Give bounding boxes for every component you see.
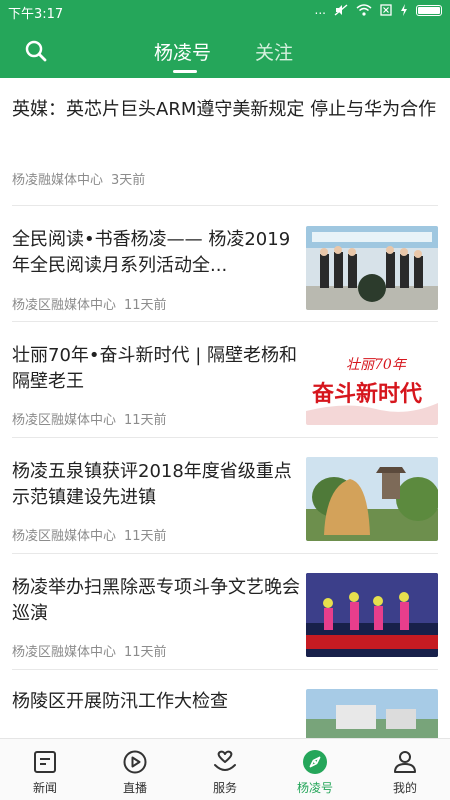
thumbnail-city-view — [306, 689, 438, 738]
item-title: 杨凌五泉镇获评2018年度省级重点示范镇建设先进镇 — [12, 461, 292, 508]
tab-yanglinghao[interactable]: 杨凌号 — [154, 38, 211, 65]
item-source: 杨凌融媒体中心 — [12, 173, 104, 188]
item-time: 11天前 — [124, 529, 167, 544]
thumbnail-launch-ceremony — [306, 226, 438, 310]
user-icon — [394, 751, 416, 773]
tabbar-label: 新闻 — [32, 781, 57, 795]
item-title: 全民阅读•书香杨凌—— 杨凌2019年全民阅读月系列活动全... — [12, 229, 291, 276]
tabbar-yanglinghao[interactable]: 杨凌号 — [270, 739, 360, 800]
tabbar-label: 服务 — [212, 781, 237, 795]
list-item[interactable]: 杨凌举办扫黑除恶专项斗争文艺晚会巡演 杨凌区融媒体中心 11天前 — [12, 555, 438, 670]
play-icon — [123, 750, 147, 774]
status-time: 下午3:17 — [8, 7, 64, 22]
item-time: 11天前 — [124, 413, 167, 428]
item-title: 壮丽70年•奋斗新时代 | 隔壁老杨和隔壁老王 — [12, 345, 298, 392]
item-time: 11天前 — [124, 298, 167, 313]
item-time: 11天前 — [124, 645, 167, 660]
app-header: 杨凌号 关注 — [0, 22, 450, 78]
bottom-tab-bar: 新闻 直播 服务 杨凌号 我的 — [0, 738, 450, 800]
item-source: 杨凌区融媒体中心 — [12, 413, 117, 428]
active-tab-indicator — [173, 70, 197, 73]
item-time: 3天前 — [111, 173, 146, 188]
search-icon[interactable] — [24, 39, 48, 63]
tabbar-news[interactable]: 新闻 — [0, 739, 90, 800]
heart-hand-icon — [214, 750, 236, 771]
list-item[interactable]: 英媒：英芯片巨头ARM遵守美新规定 停止与华为合作 杨凌融媒体中心 3天前 — [12, 78, 438, 206]
news-feed: 英媒：英芯片巨头ARM遵守美新规定 停止与华为合作 杨凌融媒体中心 3天前 全民阅… — [0, 78, 450, 738]
item-source: 杨凌区融媒体中心 — [12, 645, 117, 660]
item-meta: 杨凌区融媒体中心 11天前 — [12, 409, 167, 428]
list-item[interactable]: 杨凌五泉镇获评2018年度省级重点示范镇建设先进镇 杨凌区融媒体中心 11天前 — [12, 439, 438, 554]
thumbnail-banner: 壮丽70年 奋斗新时代 — [306, 341, 438, 425]
tabbar-label: 杨凌号 — [296, 781, 333, 795]
news-icon — [34, 751, 56, 773]
item-meta: 杨凌融媒体中心 3天前 — [12, 169, 145, 188]
item-meta: 杨凌区融媒体中心 11天前 — [12, 525, 167, 544]
tabbar-mine[interactable]: 我的 — [360, 739, 450, 800]
thumbnail-stage-show — [306, 573, 438, 657]
tab-follow[interactable]: 关注 — [255, 38, 293, 65]
tabbar-label: 直播 — [122, 781, 147, 795]
list-item[interactable]: 杨陵区开展防汛工作大检查 — [12, 671, 438, 738]
charging-icon — [401, 4, 407, 16]
banner-line-1: 壮丽70年 — [346, 357, 408, 373]
compass-icon — [303, 750, 327, 774]
item-meta: 杨凌区融媒体中心 11天前 — [12, 294, 167, 313]
sim-icon — [380, 4, 392, 16]
tabbar-label: 我的 — [392, 781, 417, 795]
tabbar-live[interactable]: 直播 — [90, 739, 180, 800]
item-title: 英媒：英芯片巨头ARM遵守美新规定 停止与华为合作 — [12, 99, 437, 120]
signal-icon: ... — [314, 3, 326, 17]
mute-icon — [334, 4, 348, 16]
list-item[interactable]: 壮丽70年•奋斗新时代 | 隔壁老杨和隔壁老王 杨凌区融媒体中心 11天前 壮丽7… — [12, 323, 438, 438]
battery-icon — [416, 4, 442, 16]
item-source: 杨凌区融媒体中心 — [12, 529, 117, 544]
list-item[interactable]: 全民阅读•书香杨凌—— 杨凌2019年全民阅读月系列活动全... 杨凌区融媒体中… — [12, 207, 438, 322]
item-title: 杨凌举办扫黑除恶专项斗争文艺晚会巡演 — [12, 577, 300, 624]
item-meta: 杨凌区融媒体中心 11天前 — [12, 641, 167, 660]
item-source: 杨凌区融媒体中心 — [12, 298, 117, 313]
banner-line-2: 奋斗新时代 — [311, 381, 422, 407]
wifi-icon — [356, 4, 372, 16]
tabbar-service[interactable]: 服务 — [180, 739, 270, 800]
item-title: 杨陵区开展防汛工作大检查 — [12, 691, 228, 712]
status-bar: 下午3:17 ... — [0, 0, 450, 22]
thumbnail-town-stone — [306, 457, 438, 541]
status-icons: ... — [315, 3, 442, 17]
